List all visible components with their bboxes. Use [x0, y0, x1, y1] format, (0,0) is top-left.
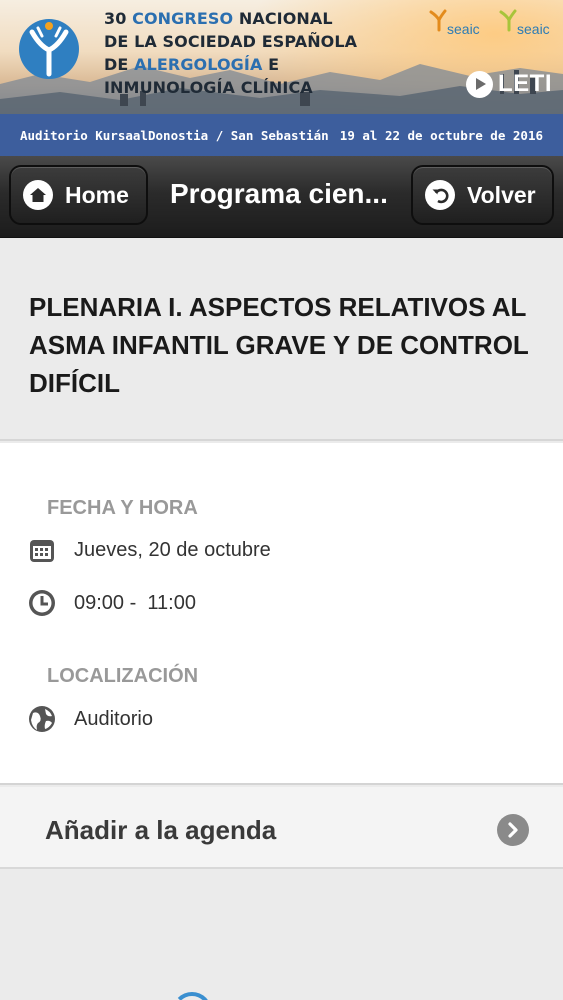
add-to-agenda-row[interactable]: Añadir a la agenda: [0, 787, 563, 869]
globe-icon: [28, 705, 56, 733]
seaic-congress-logo: [19, 19, 79, 79]
congress-title: 30 CONGRESO NACIONAL DE LA SOCIEDAD ESPA…: [104, 9, 358, 97]
leti-logo: LETI: [466, 70, 552, 98]
back-button-label: Volver: [467, 181, 536, 208]
session-details: FECHA Y HORA Jueves, 20 de octubre 09:00…: [0, 443, 563, 785]
loading-spinner-icon: [172, 992, 212, 1000]
datetime-label: FECHA Y HORA: [47, 497, 198, 519]
add-to-agenda-label: Añadir a la agenda: [45, 815, 277, 845]
home-icon: [23, 180, 53, 210]
time-text: 09:00 - 11:00: [74, 591, 196, 614]
seaic-logo: seaic: [427, 8, 480, 37]
time-row: 09:00 - 11:00: [28, 589, 196, 617]
calendar-icon: [28, 536, 56, 564]
home-button[interactable]: Home: [9, 165, 148, 225]
session-title-block: PLENARIA I. ASPECTOS RELATIVOS AL ASMA I…: [0, 238, 563, 441]
session-title: PLENARIA I. ASPECTOS RELATIVOS AL ASMA I…: [29, 292, 529, 398]
date-text: Jueves, 20 de octubre: [74, 538, 271, 561]
undo-arrow-icon: [425, 180, 455, 210]
location-row: Auditorio: [28, 705, 153, 733]
seaic-logo-alt: seaic: [497, 8, 550, 37]
top-navbar: Home Programa cien... Volver: [0, 156, 563, 238]
venue-text: Auditorio Kursaal: [20, 127, 148, 143]
location-label: LOCALIZACIÓN: [47, 665, 199, 687]
dates-text: 19 al 22 de octubre de 2016: [339, 127, 543, 143]
congress-banner: 30 CONGRESO NACIONAL DE LA SOCIEDAD ESPA…: [0, 0, 563, 114]
seaic-mark-alt-icon: [499, 9, 517, 32]
play-icon: [466, 70, 493, 98]
chevron-right-icon: [497, 814, 529, 846]
event-info-strip: Auditorio Kursaal Donostia / San Sebasti…: [0, 114, 563, 156]
city-text: Donostia / San Sebastián: [148, 127, 329, 143]
page-title: Programa cien...: [170, 178, 388, 209]
location-text: Auditorio: [74, 707, 153, 730]
back-button[interactable]: Volver: [411, 165, 554, 225]
date-row: Jueves, 20 de octubre: [28, 536, 271, 564]
home-button-label: Home: [65, 181, 129, 208]
seaic-mark-icon: [429, 9, 447, 32]
clock-icon: [28, 589, 56, 617]
